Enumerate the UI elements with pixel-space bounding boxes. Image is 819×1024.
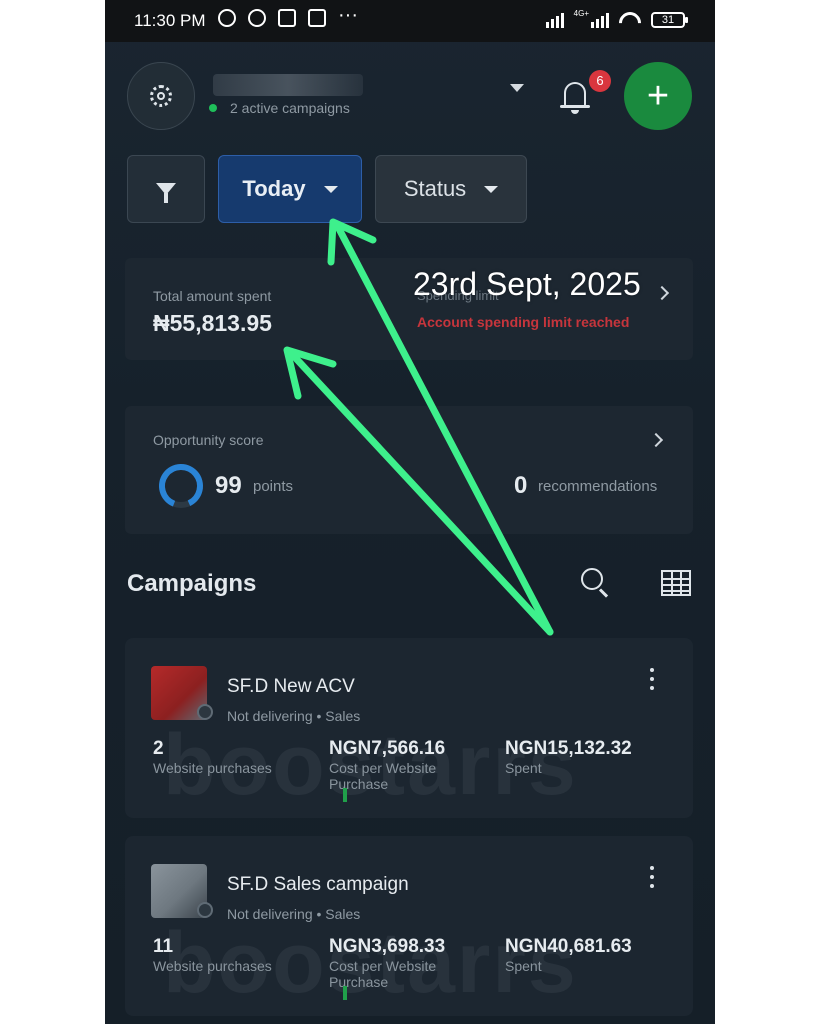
- opportunity-score-unit: points: [253, 478, 294, 495]
- results-label: Website purchases: [153, 760, 272, 776]
- cost-per-result-value: NGN3,698.33: [329, 936, 446, 957]
- account-switcher-chevron-icon[interactable]: [510, 84, 524, 92]
- table-view-icon[interactable]: [661, 570, 691, 596]
- chevron-down-icon: [484, 185, 499, 193]
- notification-badge: 6: [589, 70, 611, 92]
- plus-icon: +: [646, 75, 670, 117]
- arrow-head-date-filter: [327, 218, 377, 266]
- campaign-status-icon: [197, 704, 213, 720]
- filter-button[interactable]: [127, 155, 205, 223]
- status-time: 11:30 PM: [134, 11, 206, 30]
- amount-spent-label: Spent: [505, 760, 542, 776]
- results-value: 2: [153, 738, 164, 759]
- cost-per-result-label: Cost per Website Purchase: [329, 958, 437, 990]
- gallery-icon: [308, 9, 326, 27]
- status-right-icons: 4G+ 31: [545, 9, 688, 28]
- amount-spent-label: Spent: [505, 958, 542, 974]
- amount-spent-value: NGN15,132.32: [505, 738, 632, 759]
- date-range-dropdown[interactable]: Today: [218, 155, 362, 223]
- usb-icon: [278, 9, 296, 27]
- search-icon[interactable]: [581, 568, 611, 598]
- account-name-blurred[interactable]: [213, 74, 363, 96]
- battery-icon: 31: [651, 12, 688, 28]
- active-campaigns-count: 2 active campaigns: [230, 100, 350, 116]
- signal-icon-2: [591, 10, 609, 28]
- status-dropdown[interactable]: Status: [375, 155, 527, 223]
- campaign-status: Not delivering • Sales: [227, 708, 361, 724]
- recommendations-count: 0: [514, 472, 528, 499]
- cost-per-result-value: NGN7,566.16: [329, 738, 446, 759]
- campaign-name: SF.D New ACV: [227, 676, 355, 697]
- delivery-indicator: [343, 788, 347, 802]
- date-range-label: Today: [242, 176, 306, 201]
- campaign-name: SF.D Sales campaign: [227, 874, 409, 895]
- delivery-indicator: [343, 986, 347, 1000]
- spending-limit-status: Account spending limit reached: [417, 314, 630, 330]
- campaigns-heading: Campaigns: [127, 570, 257, 597]
- filter-icon: [156, 183, 176, 203]
- total-spent-value: ₦55,813.95: [153, 310, 272, 336]
- network-label: 4G+: [573, 9, 589, 18]
- alarm-icon: [218, 9, 236, 27]
- date-annotation: 23rd Sept, 2025: [413, 266, 641, 302]
- campaign-card[interactable]: boostarrs SF.D New ACV Not delivering • …: [125, 638, 693, 818]
- status-left-icons: ···: [218, 4, 366, 27]
- campaign-status-icon: [197, 902, 213, 918]
- create-campaign-button[interactable]: +: [624, 62, 692, 130]
- opportunity-score-gauge: [159, 464, 203, 508]
- campaign-card[interactable]: boostarrs SF.D Sales campaign Not delive…: [125, 836, 693, 1016]
- chevron-right-icon: [648, 432, 664, 448]
- chevron-down-icon: [323, 185, 338, 193]
- status-bar: 11:30 PM ··· 4G+ 31: [105, 0, 715, 42]
- more-options-icon[interactable]: [649, 866, 655, 888]
- signal-icon: [545, 10, 564, 28]
- whatsapp-icon: [248, 9, 266, 27]
- opportunity-score-value: 99: [215, 472, 242, 499]
- recommendations-label: recommendations: [538, 478, 658, 495]
- results-value: 11: [153, 936, 174, 957]
- amount-spent-value: NGN40,681.63: [505, 936, 632, 957]
- wifi-icon: [619, 12, 641, 28]
- settings-button[interactable]: [127, 62, 195, 130]
- gear-icon: [150, 85, 172, 107]
- bell-icon: [564, 82, 586, 106]
- more-dots-icon: ···: [338, 4, 358, 26]
- opportunity-score-label: Opportunity score: [153, 432, 264, 448]
- results-label: Website purchases: [153, 958, 272, 974]
- cost-per-result-label: Cost per Website Purchase: [329, 760, 437, 792]
- opportunity-score-card[interactable]: Opportunity score 99 points 0 recommenda…: [125, 406, 693, 534]
- chevron-right-icon: [654, 285, 670, 301]
- phone-screen: 11:30 PM ··· 4G+ 31 2 active campaigns 6…: [105, 0, 715, 1024]
- more-options-icon[interactable]: [649, 668, 655, 690]
- total-spent-label: Total amount spent: [153, 288, 272, 304]
- battery-level: 31: [661, 14, 675, 26]
- status-filter-label: Status: [403, 176, 467, 201]
- active-status-dot: [209, 104, 217, 112]
- campaign-status: Not delivering • Sales: [227, 906, 361, 922]
